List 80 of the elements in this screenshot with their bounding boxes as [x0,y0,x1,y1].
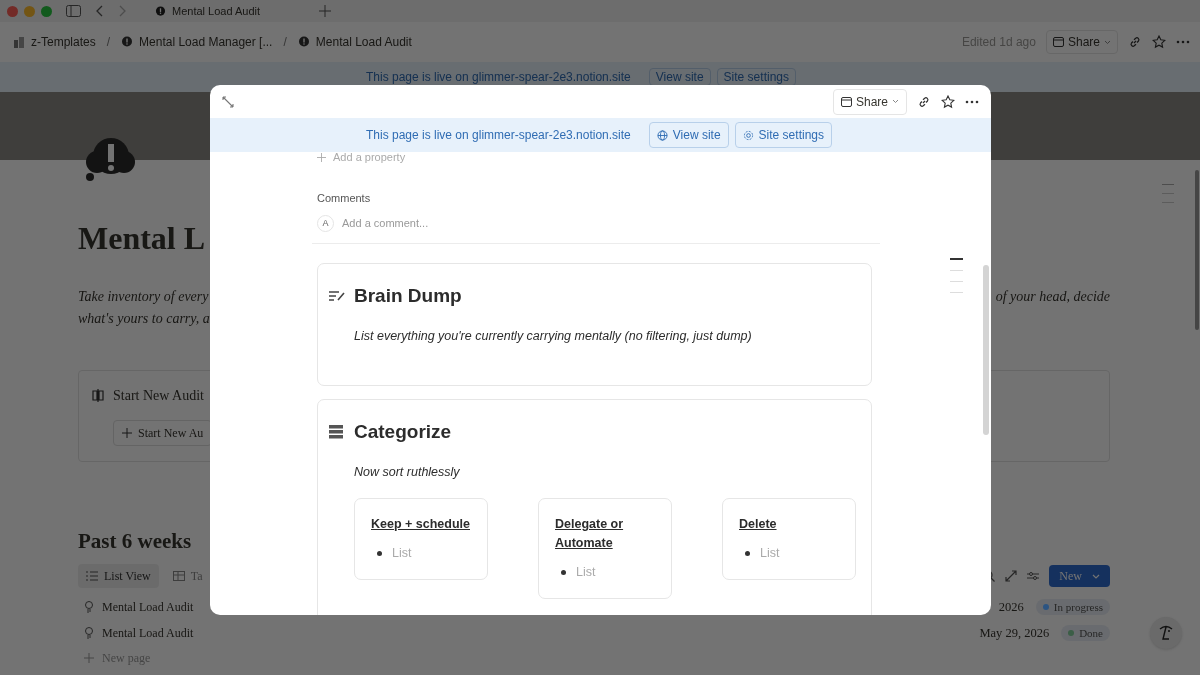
plus-icon [84,653,94,663]
list-item-field[interactable]: List [760,544,840,563]
cloud-exclamation-icon [84,136,136,182]
list-item-field[interactable]: List [576,563,656,582]
star-icon[interactable] [1152,35,1166,49]
cloud-exclamation-icon [155,5,166,17]
callout-title: Start New Audit [113,387,204,405]
link-icon[interactable] [917,94,931,109]
comments-label: Comments [317,190,372,206]
breadcrumb-separator: / [283,34,287,51]
window-icon [840,96,852,107]
column-heading: Delegate or Automate [555,516,625,553]
status-tag: In progress [1035,599,1110,615]
add-property-button[interactable]: Add a property [317,149,406,166]
site-settings-button[interactable]: Site settings [734,122,832,148]
share-button[interactable]: Share [1045,30,1118,54]
date-text: 2026 [998,598,1024,616]
section-heading: Past 6 weeks [78,528,192,554]
view-site-button[interactable]: View site [648,122,729,148]
zoom-window-icon[interactable] [41,5,52,17]
more-icon[interactable] [965,99,979,104]
date-text: May 29, 2026 [979,624,1050,642]
expand-icon[interactable] [1005,570,1018,582]
status-tag: Done [1061,625,1110,641]
list-icon [86,570,98,582]
block-subtitle: List everything you're currently carrying mentally (no filtering, just dump) [354,327,753,345]
book-icon [91,389,105,402]
share-button[interactable]: Share [832,88,907,115]
star-icon[interactable] [941,94,955,109]
description-text: Take inventory of every [78,288,210,306]
lightbulb-icon [84,600,94,614]
column-heading: Keep + schedule [371,516,471,534]
sidebar-icon[interactable] [66,5,81,17]
filter-icon[interactable] [1027,570,1040,582]
cloud-exclamation-icon [297,36,310,48]
breadcrumb-link[interactable]: z-Templates [10,33,99,51]
block-heading: Categorize [354,420,452,444]
new-tab-icon[interactable] [319,5,331,17]
page-title: Mental L [78,220,206,256]
comment-field[interactable]: Add a comment... [342,215,872,232]
banner-text: This page is live on glimmer-spear-2e3.notion.site [366,71,631,83]
row-link[interactable]: Mental Load Audit [84,624,194,642]
description-text: of your head, decide [995,288,1110,306]
window-icon [1052,37,1064,47]
lightbulb-icon [84,626,94,640]
pencil-lines-icon [329,289,346,304]
scrollbar-thumb[interactable] [983,265,989,435]
block-heading: Brain Dump [354,284,462,308]
bullet-icon [377,551,382,557]
collapse-icon[interactable] [222,95,234,108]
column-heading: Delete [739,516,778,534]
view-tab[interactable]: List View [78,564,159,588]
breadcrumb-link[interactable]: Mental Load Audit [294,33,415,51]
banner-text: This page is live on glimmer-spear-2e3.notion.site [366,127,631,144]
close-window-icon[interactable] [7,5,18,17]
back-icon[interactable] [95,5,103,17]
bullet-icon [745,551,750,557]
description-text: what's yours to carry, a [78,310,210,328]
plus-icon [317,152,326,162]
new-button[interactable]: New [1049,565,1110,587]
stack-icon [329,425,346,440]
list-item-field[interactable]: List [392,544,472,563]
breadcrumb-link[interactable]: Mental Load Manager [... [118,33,276,51]
caret-icon [1104,39,1111,45]
minimize-window-icon[interactable] [24,5,35,17]
settings-icon [742,129,754,141]
browser-tab[interactable]: Mental Load Audit [155,2,305,20]
forward-icon[interactable] [119,5,127,17]
cloud-exclamation-icon [121,36,134,48]
help-button[interactable] [1150,617,1182,649]
bullet-icon [561,570,566,576]
row-link[interactable]: Mental Load Audit [84,598,194,616]
caret-icon [892,99,899,104]
globe-icon [656,129,668,141]
caret-icon [1092,573,1100,579]
block-subtitle: Now sort ruthlessly [354,463,461,481]
plus-icon [122,428,132,438]
table-icon [172,570,185,582]
breadcrumb-separator: / [106,34,111,51]
scrollbar-thumb[interactable] [1195,170,1199,330]
